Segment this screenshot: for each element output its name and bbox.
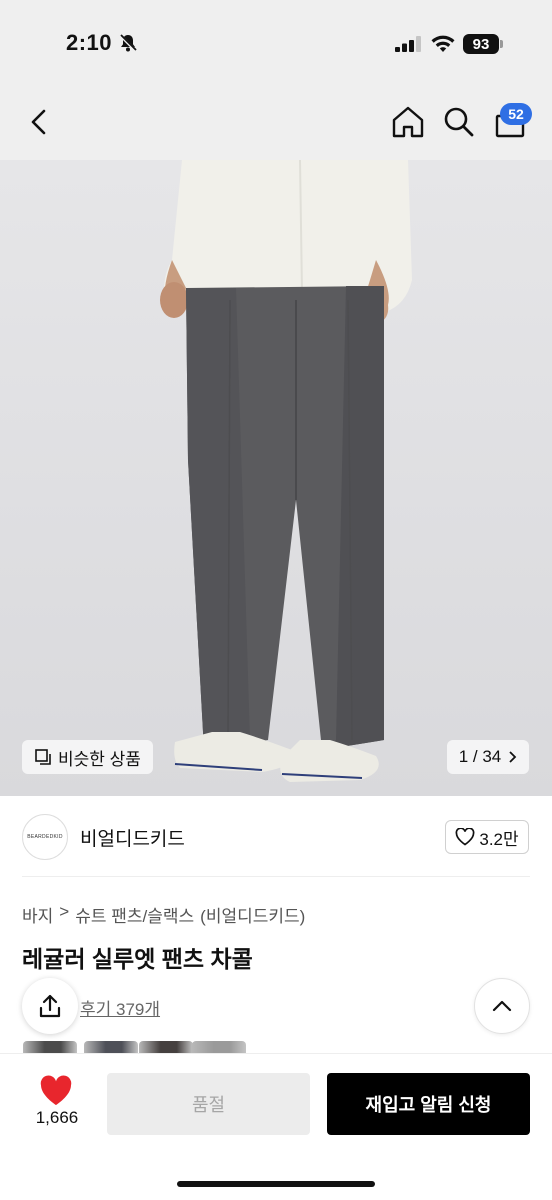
bell-muted-icon [118, 33, 138, 53]
battery-cap [500, 40, 503, 48]
restock-alert-button[interactable]: 재입고 알림 신청 [327, 1073, 530, 1135]
home-icon[interactable] [390, 104, 426, 140]
color-thumbnail[interactable] [23, 1041, 77, 1055]
share-icon [39, 994, 61, 1018]
chevron-up-icon [492, 1000, 512, 1012]
heart-filled-icon[interactable] [38, 1074, 74, 1108]
battery-indicator: 93 [463, 34, 499, 54]
search-icon[interactable] [441, 104, 477, 140]
restock-alert-label: 재입고 알림 신청 [365, 1095, 492, 1115]
brand-like-count: 3.2만 [479, 829, 519, 849]
page-indicator-text: 1 / 34 [458, 747, 502, 766]
color-thumbnail[interactable] [192, 1041, 246, 1055]
cellular-signal-icon [395, 36, 421, 52]
reviews-link[interactable]: 후기 379개 [80, 995, 160, 1020]
wifi-icon [431, 35, 455, 52]
home-indicator [177, 1181, 375, 1187]
color-thumbnail[interactable] [139, 1041, 193, 1055]
similar-products-button[interactable]: 비슷한 상품 [22, 740, 153, 774]
breadcrumb-subcategory[interactable]: 슈트 팬츠/슬랙스 [75, 902, 194, 927]
scroll-to-top-button[interactable] [474, 978, 530, 1034]
similar-products-label: 비슷한 상품 [58, 749, 141, 769]
color-thumbnail[interactable] [84, 1041, 138, 1055]
status-time: 2:10 [66, 30, 113, 55]
brand-name[interactable]: 비얼디드키드 [80, 824, 185, 851]
product-title: 레귤러 실루엣 팬츠 차콜 [22, 946, 253, 972]
image-page-indicator[interactable]: 1 / 34 [447, 740, 529, 774]
heart-outline-icon [455, 828, 475, 846]
product-image[interactable] [0, 160, 552, 796]
similar-items-icon [35, 749, 51, 765]
breadcrumb-brand[interactable]: (비얼디드키드) [200, 902, 305, 927]
chevron-right-icon [509, 751, 517, 763]
brand-logo[interactable]: BEARDEDKID [22, 814, 68, 860]
back-chevron-icon[interactable] [22, 104, 58, 140]
cart-count-badge: 52 [500, 103, 532, 125]
brand-like-button[interactable]: 3.2만 [445, 820, 529, 854]
product-like-count: 1,666 [35, 1108, 79, 1127]
product-photo-illustration [160, 160, 412, 782]
sold-out-label: 품절 [191, 1095, 226, 1115]
brand-logo-text: BEARDEDKID [27, 834, 63, 840]
sold-out-button: 품절 [107, 1073, 310, 1135]
breadcrumb-category[interactable]: 바지 [22, 902, 53, 927]
share-button[interactable] [22, 978, 78, 1034]
breadcrumb-separator: > [59, 902, 70, 921]
breadcrumb: 바지 > 슈트 팬츠/슬랙스 (비얼디드키드) [22, 902, 305, 927]
divider [22, 876, 530, 877]
